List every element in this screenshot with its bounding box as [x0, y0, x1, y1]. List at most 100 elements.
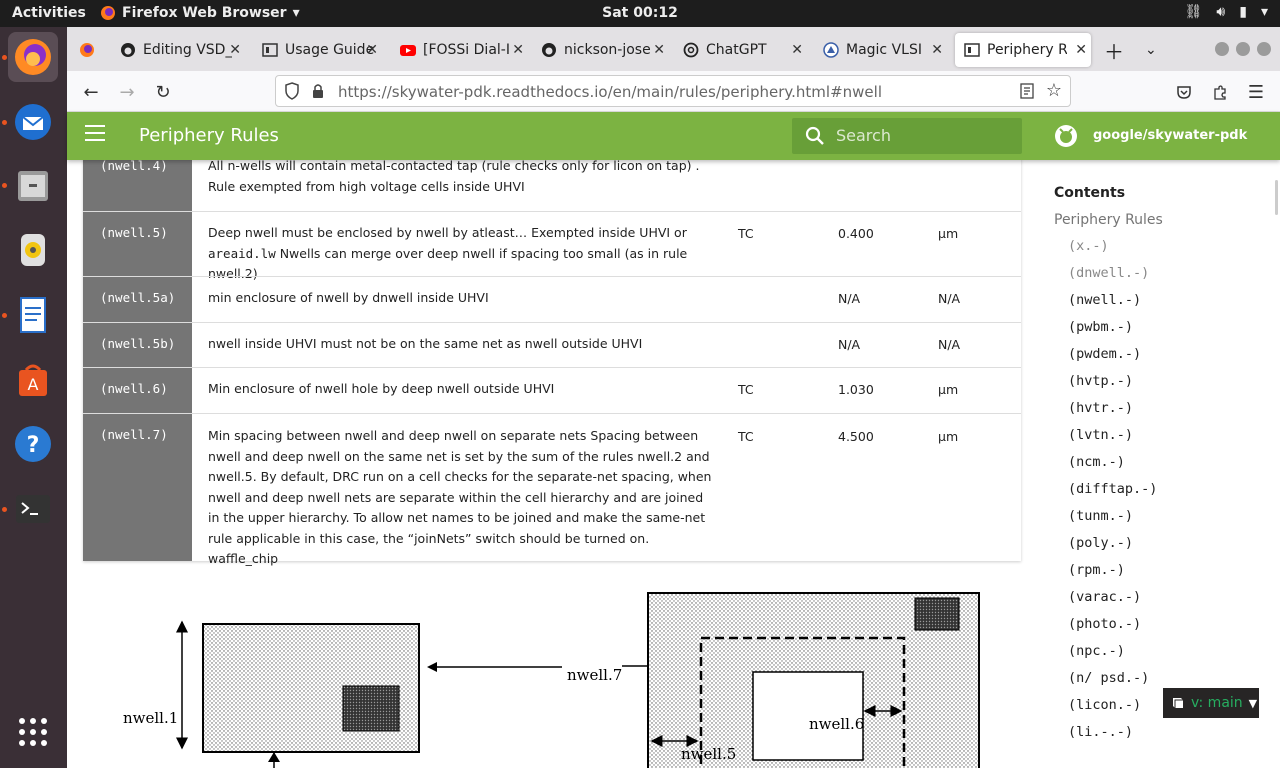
running-indicator: [2, 55, 7, 60]
list-all-tabs-button[interactable]: ⌄: [1145, 35, 1157, 65]
system-tray[interactable]: ⛓ 🔊︎ ▮ ▾: [1185, 4, 1268, 20]
nwell1-label: nwell.1: [123, 709, 178, 727]
toc-item[interactable]: (lvtn.-): [1068, 427, 1157, 454]
activities-button[interactable]: Activities: [12, 5, 86, 21]
close-icon[interactable]: ✕: [1075, 42, 1087, 58]
tap-shape: [914, 597, 960, 631]
chatgpt-icon: [683, 42, 699, 58]
rule-flag: TC: [738, 382, 754, 397]
search-icon: [805, 126, 824, 145]
rule-value: 4.500: [838, 429, 874, 444]
dock-software[interactable]: A: [8, 355, 58, 405]
dock-firefox[interactable]: [8, 32, 58, 82]
dock-files[interactable]: [8, 160, 58, 210]
scrollbar-thumb[interactable]: [1275, 180, 1278, 215]
back-button[interactable]: ←: [78, 79, 104, 105]
toc-item[interactable]: (pwdem.-): [1068, 346, 1157, 373]
pocket-icon[interactable]: [1171, 79, 1197, 105]
repo-link[interactable]: google/skywater-pdk: [1093, 128, 1247, 143]
tab-label: nickson-jose: [564, 42, 651, 58]
tab-usage-guide[interactable]: Usage Guide ✕: [262, 35, 382, 65]
toc-item[interactable]: (licon.-): [1068, 697, 1157, 724]
toc-item[interactable]: (pwbm.-): [1068, 319, 1157, 346]
version-selector[interactable]: v: main ▼: [1163, 688, 1259, 718]
reader-view-icon[interactable]: [1020, 83, 1034, 103]
rule-description: Min enclosure of nwell hole by deep nwel…: [208, 381, 555, 396]
nwell-rules-diagram: nwell.1 nwell.7 nwell.6 nwell.5: [123, 592, 980, 768]
url-path: /en/main/rules/periphery.html#nwell: [607, 83, 882, 101]
github-icon[interactable]: [1054, 124, 1078, 148]
doc-icon: [262, 43, 278, 57]
close-window-button[interactable]: [1257, 42, 1271, 56]
toc-item[interactable]: (dnwell.-): [1068, 265, 1157, 292]
dock-rhythmbox[interactable]: [8, 225, 58, 275]
software-center-icon: A: [19, 364, 47, 396]
rule-id: (nwell.5): [100, 225, 168, 240]
tab-editing-vsd[interactable]: Editing VSD_ ✕: [120, 35, 245, 65]
toc-item[interactable]: (ncm.-): [1068, 454, 1157, 481]
url-host: https://skywater-pdk.readthedocs.io: [338, 83, 608, 101]
toc-item[interactable]: (hvtr.-): [1068, 400, 1157, 427]
dock-writer[interactable]: [8, 290, 58, 340]
search-input[interactable]: Search: [792, 118, 1022, 154]
show-applications-button[interactable]: [8, 707, 58, 757]
toc-item[interactable]: (rpm.-): [1068, 562, 1157, 589]
toc-item[interactable]: (difftap.-): [1068, 481, 1157, 508]
maximize-button[interactable]: [1236, 42, 1250, 56]
main-content: (nwell.4) All n-wells will contain metal…: [67, 160, 1040, 768]
version-label: v: main: [1191, 695, 1243, 711]
extensions-icon[interactable]: [1207, 79, 1233, 105]
toc-item[interactable]: (n/ psd.-): [1068, 670, 1157, 697]
minimize-button[interactable]: [1215, 42, 1229, 56]
url-bar[interactable]: https://skywater-pdk.readthedocs.io/en/m…: [275, 75, 1071, 107]
table-row: (nwell.4) All n-wells will contain metal…: [83, 160, 1021, 211]
close-icon[interactable]: ✕: [512, 42, 524, 58]
close-icon[interactable]: ✕: [931, 42, 943, 58]
tab-chatgpt[interactable]: ChatGPT ✕: [683, 35, 807, 65]
new-tab-button[interactable]: ＋: [1104, 35, 1124, 65]
files-icon: [18, 171, 48, 201]
toc-item[interactable]: (photo.-): [1068, 616, 1157, 643]
toc-item[interactable]: (li.-.-): [1068, 724, 1157, 751]
tab-label: Usage Guide: [285, 42, 375, 58]
toc-item[interactable]: (x.-): [1068, 238, 1157, 265]
dock-help[interactable]: ?: [8, 419, 58, 469]
toc-item[interactable]: (hvtp.-): [1068, 373, 1157, 400]
tab-label: [FOSSi Dial-I: [423, 42, 510, 58]
tab-periphery-rules[interactable]: Periphery Ru ✕: [955, 33, 1091, 67]
toc-item[interactable]: (varac.-): [1068, 589, 1157, 616]
dock-terminal[interactable]: [8, 484, 58, 534]
toc-item[interactable]: (npc.-): [1068, 643, 1157, 670]
menu-icon[interactable]: ☰: [1243, 79, 1269, 105]
lock-icon[interactable]: [311, 82, 325, 104]
tab-fossi-dial[interactable]: [FOSSi Dial-I ✕: [400, 35, 528, 65]
close-icon[interactable]: ✕: [366, 42, 378, 58]
toc-item[interactable]: (nwell.-): [1068, 292, 1157, 319]
running-indicator: [2, 313, 7, 318]
app-grid-icon: [19, 718, 47, 746]
dock-thunderbird[interactable]: [8, 97, 58, 147]
app-menu[interactable]: Firefox Web Browser ▾: [100, 5, 300, 21]
toc-root-link[interactable]: Periphery Rules: [1054, 212, 1163, 228]
close-icon[interactable]: ✕: [229, 42, 241, 58]
battery-icon: ▮: [1239, 4, 1247, 20]
firefox-view-button[interactable]: [79, 35, 95, 65]
bookmark-star-icon[interactable]: ☆: [1046, 80, 1062, 101]
terminal-icon: [16, 495, 50, 523]
tab-nickson-jose[interactable]: nickson-jose ✕: [541, 35, 669, 65]
tab-label: Editing VSD_: [143, 42, 233, 58]
shield-icon[interactable]: [284, 82, 300, 104]
dock: A ?: [0, 27, 67, 768]
forward-button[interactable]: →: [114, 79, 140, 105]
rule-description: Min spacing between nwell and deep nwell…: [208, 428, 712, 566]
tab-magic-vlsi[interactable]: Magic VLSI ✕: [823, 35, 947, 65]
toc-item[interactable]: (poly.-): [1068, 535, 1157, 562]
reload-button[interactable]: ↻: [150, 79, 176, 105]
rule-id-cell: [83, 212, 192, 276]
firefox-icon: [80, 43, 94, 57]
close-icon[interactable]: ✕: [653, 42, 665, 58]
toc-item[interactable]: (tunm.-): [1068, 508, 1157, 535]
rule-desc-text: Deep nwell must be enclosed by nwell by …: [208, 225, 687, 240]
hamburger-menu-icon[interactable]: [85, 125, 105, 146]
close-icon[interactable]: ✕: [791, 42, 803, 58]
